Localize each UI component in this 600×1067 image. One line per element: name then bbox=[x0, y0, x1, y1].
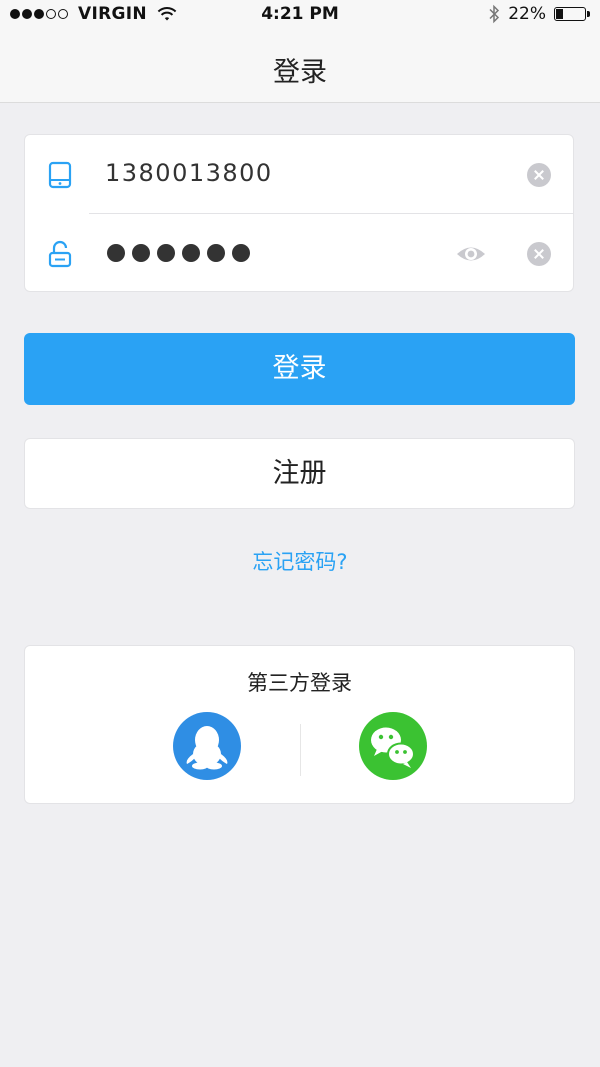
register-button[interactable]: 注册 bbox=[24, 438, 575, 509]
bluetooth-icon bbox=[489, 4, 500, 24]
battery-percent: 22% bbox=[508, 4, 546, 24]
clear-password-button[interactable] bbox=[527, 242, 551, 266]
status-right: 22% bbox=[488, 4, 590, 24]
nav-bar: 登录 bbox=[0, 30, 600, 103]
clear-phone-button[interactable] bbox=[527, 163, 551, 187]
wechat-icon bbox=[371, 727, 415, 768]
qq-icon bbox=[186, 726, 228, 770]
status-bar: VIRGIN 4:21 PM 22% bbox=[0, 0, 600, 30]
eye-icon[interactable] bbox=[455, 242, 487, 266]
login-button[interactable]: 登录 bbox=[24, 333, 575, 405]
provider-divider bbox=[300, 724, 301, 776]
login-form-card: 1380013800 bbox=[24, 134, 574, 292]
third-party-title: 第三方登录 bbox=[247, 671, 352, 695]
password-field[interactable] bbox=[107, 244, 250, 262]
page-title: 登录 bbox=[273, 57, 327, 88]
qq-login-button[interactable] bbox=[173, 712, 241, 780]
phone-icon bbox=[48, 161, 72, 189]
password-mask-dot bbox=[182, 244, 200, 262]
phone-field[interactable]: 1380013800 bbox=[105, 159, 273, 187]
battery-icon bbox=[554, 7, 590, 21]
password-mask-dot bbox=[207, 244, 225, 262]
password-mask-dot bbox=[232, 244, 250, 262]
password-mask-dot bbox=[132, 244, 150, 262]
unlock-icon bbox=[48, 240, 72, 268]
password-mask-dot bbox=[157, 244, 175, 262]
password-row bbox=[25, 214, 573, 293]
password-mask-dot bbox=[107, 244, 125, 262]
wechat-login-button[interactable] bbox=[359, 712, 427, 780]
forgot-password-link[interactable]: 忘记密码? bbox=[0, 546, 600, 576]
battery-fill bbox=[556, 9, 563, 19]
phone-row: 1380013800 bbox=[25, 135, 573, 214]
third-party-login-card: 第三方登录 bbox=[24, 645, 575, 804]
